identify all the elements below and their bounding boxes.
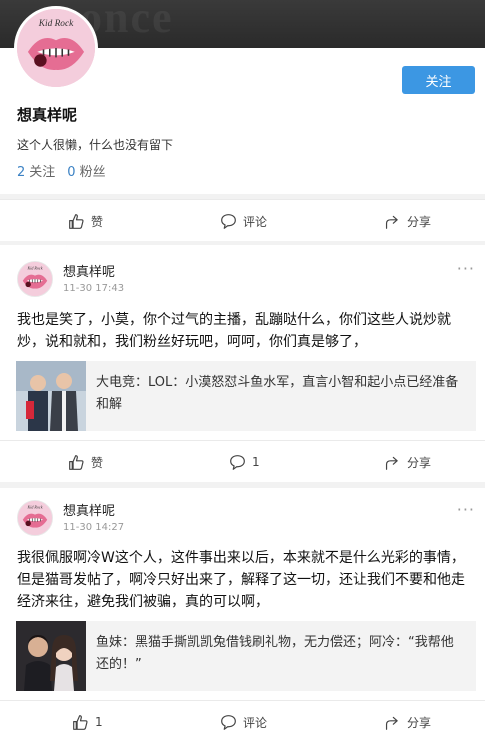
like-button[interactable]: 1	[72, 701, 103, 740]
share-button[interactable]: 分享	[384, 200, 431, 242]
thumbs-up-icon	[73, 714, 88, 730]
share-arrow-icon	[385, 716, 398, 730]
share-arrow-icon	[385, 215, 398, 229]
post-text: 我也是笑了，小莫，你个过气的主播，乱蹦哒什么，你们这些人说炒就炒，说和就和，我们…	[17, 312, 451, 350]
like-count: 1	[95, 715, 103, 729]
fans-stat[interactable]: 0 粉丝	[67, 161, 105, 180]
like-label: 赞	[91, 214, 104, 229]
post-avatar[interactable]	[17, 261, 53, 297]
link-title: 大电竞：LOL：小漠怒怼斗鱼水军，直言小智和起小点已经准备和解	[96, 375, 459, 412]
profile-action-bar: 赞 评论 分享	[0, 199, 485, 241]
link-thumbnail	[16, 361, 86, 431]
share-label: 分享	[407, 455, 432, 470]
fans-label: 粉丝	[79, 165, 106, 180]
thumbs-up-icon	[69, 454, 84, 470]
link-title: 鱼妹：黑猫手撕凯凯兔借钱刷礼物，无力偿还；阿冷：“我帮他还的！”	[96, 635, 454, 672]
kid-rock-lips-logo	[18, 262, 52, 296]
comment-count: 1	[252, 455, 260, 469]
kid-rock-lips-logo	[18, 501, 52, 535]
share-label: 分享	[407, 715, 432, 730]
thumbs-up-icon	[69, 213, 84, 229]
post-time: 11-30 17:43	[63, 283, 125, 294]
comment-button[interactable]: 1	[229, 441, 260, 483]
profile-header: 关注 想真样呢 这个人很懒，什么也没有留下 2 关注 0 粉丝	[0, 6, 485, 194]
following-label: 关注	[29, 165, 56, 180]
comment-bubble-icon	[221, 213, 236, 229]
share-arrow-icon	[385, 456, 398, 470]
follow-button[interactable]: 关注	[402, 66, 475, 94]
comment-bubble-icon	[221, 714, 236, 730]
fans-count: 0	[67, 165, 76, 180]
avatar[interactable]	[14, 6, 98, 90]
post-text: 我很佩服啊冷W这个人，这件事出来以后，本来就不是什么光彩的事情，但是猫哥发帖了，…	[17, 550, 465, 610]
following-stat[interactable]: 2 关注	[17, 161, 55, 180]
share-button[interactable]: 分享	[384, 441, 431, 483]
comment-button[interactable]: 评论	[220, 701, 267, 740]
kid-rock-lips-logo	[17, 9, 95, 87]
comment-label: 评论	[243, 715, 268, 730]
post-username[interactable]: 想真样呢	[63, 500, 115, 519]
comment-bubble-icon	[230, 454, 245, 470]
comment-button[interactable]: 评论	[220, 200, 267, 242]
post-avatar[interactable]	[17, 500, 53, 536]
post-action-bar: 赞 1 分享	[0, 440, 485, 482]
more-options-icon[interactable]: ···	[457, 500, 475, 519]
post-username[interactable]: 想真样呢	[63, 261, 115, 280]
profile-bio: 这个人很懒，什么也没有留下	[17, 138, 174, 152]
like-button[interactable]: 赞	[68, 441, 103, 483]
shared-link-card[interactable]: 鱼妹：黑猫手撕凯凯兔借钱刷礼物，无力偿还；阿冷：“我帮他还的！”	[16, 621, 476, 691]
like-button[interactable]: 赞	[68, 200, 103, 242]
post-card: 想真样呢 11-30 17:43 ··· 我也是笑了，小莫，你个过气的主播，乱蹦…	[0, 245, 485, 440]
share-button[interactable]: 分享	[384, 701, 431, 740]
more-options-icon[interactable]: ···	[457, 259, 475, 278]
profile-stats: 2 关注 0 粉丝	[17, 161, 106, 180]
post-action-bar: 1 评论 分享	[0, 700, 485, 740]
profile-name: 想真样呢	[17, 106, 78, 124]
following-count: 2	[17, 165, 26, 180]
comment-label: 评论	[243, 214, 268, 229]
link-thumbnail	[16, 621, 86, 691]
like-label: 赞	[91, 455, 104, 470]
post-card: 想真样呢 11-30 14:27 ··· 我很佩服啊冷W这个人，这件事出来以后，…	[0, 488, 485, 700]
post-time: 11-30 14:27	[63, 522, 125, 533]
share-label: 分享	[407, 214, 432, 229]
shared-link-card[interactable]: 大电竞：LOL：小漠怒怼斗鱼水军，直言小智和起小点已经准备和解	[16, 361, 476, 431]
